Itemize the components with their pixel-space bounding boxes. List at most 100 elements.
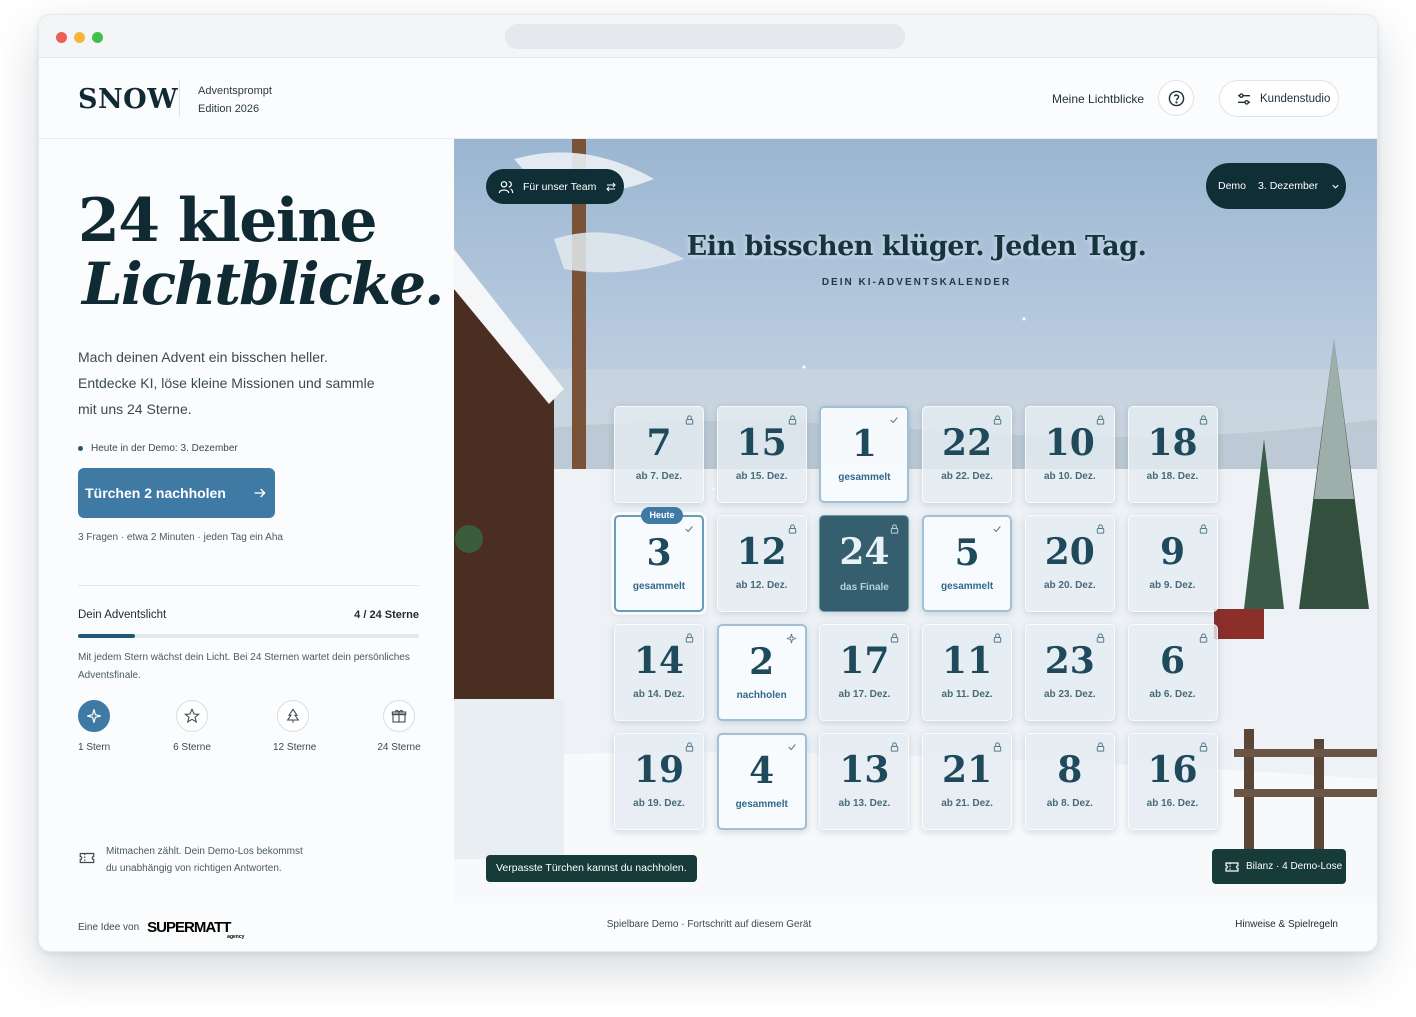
milestone-6-circle — [176, 700, 208, 732]
bullet-dot — [78, 446, 83, 451]
door-6[interactable]: 6 ab 6. Dez. — [1127, 624, 1218, 721]
bilanz-button[interactable]: Bilanz · 4 Demo-Lose — [1212, 849, 1346, 884]
today-note-text: Heute in der Demo: 3. Dezember — [91, 443, 238, 454]
door-21[interactable]: 21 ab 21. Dez. — [922, 733, 1013, 830]
door-number: 15 — [736, 422, 787, 464]
address-bar[interactable] — [505, 24, 905, 49]
catchup-note: Verpasste Türchen kannst du nachholen. — [486, 855, 697, 882]
door-number: 24 — [839, 531, 890, 573]
door-15[interactable]: 15 ab 15. Dez. — [716, 406, 807, 503]
today-note: Heute in der Demo: 3. Dezember — [78, 443, 238, 454]
door-14[interactable]: 14 ab 14. Dez. — [614, 624, 704, 721]
help-button[interactable] — [1158, 80, 1194, 116]
door-4[interactable]: 4 gesammelt — [716, 733, 807, 830]
demo-date-value: 3. Dezember — [1258, 180, 1319, 192]
edition-line-2: Edition 2026 — [198, 103, 260, 115]
kundenstudio-button[interactable]: Kundenstudio — [1219, 80, 1339, 117]
cta-subtext: 3 Fragen · etwa 2 Minuten · jeden Tag ei… — [78, 532, 283, 543]
door-status: ab 12. Dez. — [735, 580, 788, 591]
door-18[interactable]: 18 ab 18. Dez. — [1127, 406, 1218, 503]
door-number: 13 — [839, 749, 890, 791]
door-10[interactable]: 10 ab 10. Dez. — [1024, 406, 1115, 503]
milestone-24-circle — [383, 700, 415, 732]
door-3[interactable]: 3 gesammelt Heute — [614, 507, 704, 612]
door-8[interactable]: 8 ab 8. Dez. — [1024, 733, 1115, 830]
door-status: ab 21. Dez. — [941, 798, 993, 809]
door-16[interactable]: 16 ab 16. Dez. — [1127, 733, 1218, 830]
door-12[interactable]: 12 ab 12. Dez. — [716, 515, 807, 612]
door-status: gesammelt — [632, 581, 686, 592]
demo-date-selector[interactable]: Demo 3. Dezember — [1206, 163, 1346, 209]
chevron-down-icon — [1332, 184, 1339, 189]
door-20[interactable]: 20 ab 20. Dez. — [1024, 515, 1115, 612]
door-status: gesammelt — [940, 581, 994, 592]
bilanz-label: Bilanz · 4 Demo-Lose — [1246, 861, 1343, 872]
star-progress-bar — [78, 634, 419, 638]
door-status: gesammelt — [838, 472, 891, 483]
door-number: 22 — [942, 422, 993, 464]
door-number: 3 — [646, 532, 672, 574]
milestone-1-circle — [78, 700, 110, 732]
catchup-door-label: Türchen 2 nachholen — [85, 485, 226, 501]
door-number: 6 — [1159, 640, 1186, 682]
kundenstudio-label: Kundenstudio — [1260, 92, 1331, 105]
browser-window: SNOW Adventsprompt Edition 2026 Meine Li… — [38, 14, 1378, 952]
door-2[interactable]: 2 nachholen — [716, 624, 807, 721]
door-24[interactable]: 24 das Finale — [819, 515, 910, 612]
tree-icon — [286, 708, 300, 723]
door-status: ab 19. Dez. — [633, 798, 685, 809]
users-icon — [498, 180, 514, 193]
milestone-12-stars: 12 Sterne — [273, 700, 317, 753]
door-9[interactable]: 9 ab 9. Dez. — [1127, 515, 1218, 612]
door-status: ab 9. Dez. — [1149, 580, 1196, 591]
star-count: 4 / 24 Sterne — [354, 609, 419, 621]
milestone-label: 1 Stern — [78, 742, 111, 753]
site-header: SNOW Adventsprompt Edition 2026 Meine Li… — [39, 58, 1377, 139]
door-number: 20 — [1044, 531, 1095, 573]
team-toggle-label: Für unser Team — [523, 180, 597, 193]
door-number: 14 — [633, 640, 685, 682]
door-status: nachholen — [736, 690, 787, 701]
door-number: 23 — [1044, 640, 1095, 682]
footer-rules-link[interactable]: Hinweise & Spielregeln — [1235, 919, 1338, 930]
milestone-1-star: 1 Stern — [78, 700, 110, 753]
edition-label: Adventsprompt Edition 2026 — [198, 82, 272, 118]
door-19[interactable]: 19 ab 19. Dez. — [614, 733, 704, 830]
milestone-label: 12 Sterne — [273, 742, 317, 753]
door-22[interactable]: 22 ab 22. Dez. — [922, 406, 1013, 503]
logo[interactable]: SNOW — [78, 84, 178, 115]
door-status: ab 14. Dez. — [633, 689, 685, 700]
door-status: ab 10. Dez. — [1043, 471, 1096, 482]
door-23[interactable]: 23 ab 23. Dez. — [1024, 624, 1115, 721]
minimize-window-icon[interactable] — [74, 32, 85, 43]
maximize-window-icon[interactable] — [92, 32, 103, 43]
door-number: 4 — [749, 750, 775, 792]
door-number: 2 — [749, 641, 775, 683]
close-window-icon[interactable] — [56, 32, 67, 43]
door-11[interactable]: 11 ab 11. Dez. — [922, 624, 1013, 721]
sliders-icon — [1238, 92, 1250, 105]
door-status: ab 20. Dez. — [1043, 580, 1096, 591]
demo-lottery-note: Mitmachen zählt. Dein Demo-Los bekommst … — [78, 843, 316, 877]
advent-calendar-scene: Für unser Team Demo 3. Dezember Ein biss… — [454, 139, 1377, 903]
catchup-door-button[interactable]: Türchen 2 nachholen — [78, 468, 275, 518]
door-number: 10 — [1044, 422, 1095, 464]
door-number: 7 — [646, 422, 672, 464]
door-status: ab 15. Dez. — [735, 471, 788, 482]
team-toggle-pill[interactable]: Für unser Team — [486, 169, 624, 204]
demo-lottery-text: Mitmachen zählt. Dein Demo-Los bekommst … — [106, 846, 303, 874]
door-5[interactable]: 5 gesammelt — [922, 515, 1013, 612]
today-badge: Heute — [641, 507, 683, 524]
help-circle-icon — [1168, 90, 1184, 106]
milestone-12-circle — [277, 700, 309, 732]
nav-link-lichtblicke[interactable]: Meine Lichtblicke — [1052, 92, 1144, 106]
door-13[interactable]: 13 ab 13. Dez. — [819, 733, 910, 830]
door-number: 9 — [1159, 531, 1186, 573]
advent-light-description: Mit jedem Stern wächst dein Licht. Bei 2… — [78, 652, 410, 681]
logo-divider — [179, 80, 180, 117]
door-7[interactable]: 7 ab 7. Dez. — [614, 406, 704, 503]
door-status: ab 18. Dez. — [1146, 471, 1199, 482]
footer-demo-info: Spielbare Demo · Fortschritt auf diesem … — [606, 919, 812, 930]
door-17[interactable]: 17 ab 17. Dez. — [819, 624, 910, 721]
door-1[interactable]: 1 gesammelt — [819, 406, 910, 503]
